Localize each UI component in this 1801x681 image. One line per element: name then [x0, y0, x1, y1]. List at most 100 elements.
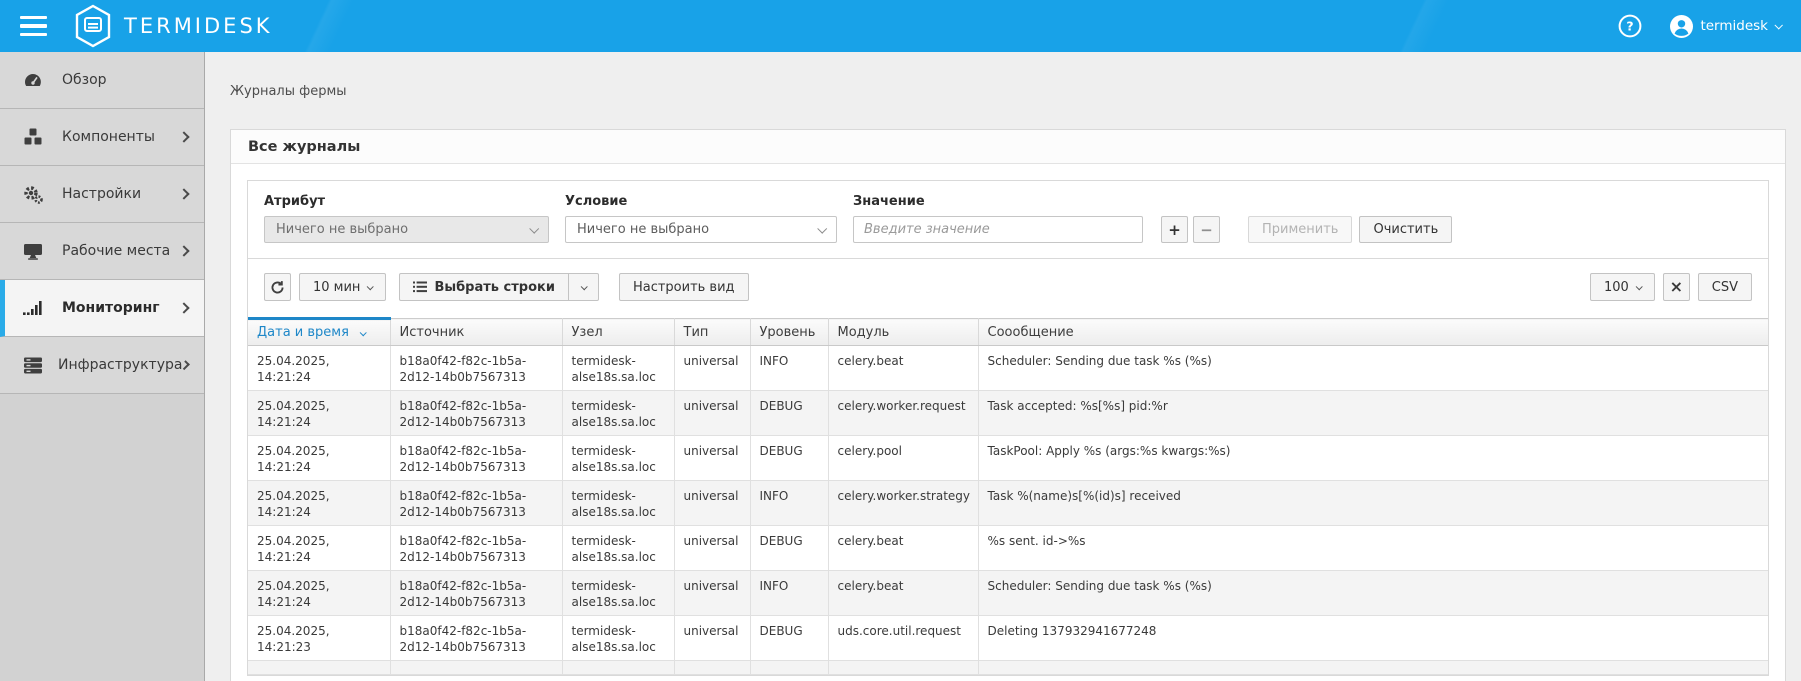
hamburger-icon[interactable]	[20, 16, 47, 37]
select-rows-caret-button[interactable]	[569, 273, 599, 301]
sidebar-item-infrastructure[interactable]: Инфраструктура	[0, 337, 204, 394]
cell-node: termidesk-alse18s.sa.loc	[562, 436, 674, 481]
cell-node: termidesk-alse18s.sa.loc	[562, 571, 674, 616]
column-header-datetime[interactable]: Дата и время	[248, 319, 390, 346]
dashboard-icon	[23, 72, 47, 88]
infrastructure-icon	[23, 357, 43, 374]
table-row: 25.04.2025, 14:21:24 b18a0f42-f82c-1b5a-…	[248, 571, 1768, 616]
cell-message: TaskPool: Apply %s (args:%s kwargs:%s)	[978, 436, 1768, 481]
brand-logo[interactable]: TERMIDESK	[73, 4, 273, 48]
value-label: Значение	[853, 194, 1143, 209]
interval-dropdown[interactable]: 10 мин	[299, 273, 386, 301]
remove-filter-button[interactable]: −	[1193, 216, 1220, 243]
sidebar-item-label: Мониторинг	[62, 300, 160, 316]
cell-node: termidesk-alse18s.sa.loc	[562, 616, 674, 661]
cell-module: celery.beat	[828, 346, 978, 391]
attribute-select[interactable]: Ничего не выбрано	[264, 216, 549, 243]
cell-level: INFO	[750, 481, 828, 526]
cell-source: b18a0f42-f82c-1b5a-2d12-14b0b7567313	[390, 346, 562, 391]
sidebar-item-label: Компоненты	[62, 129, 155, 145]
help-icon[interactable]: ?	[1618, 14, 1642, 38]
clear-page-size-button[interactable]: ×	[1663, 273, 1690, 301]
cell-source: b18a0f42-f82c-1b5a-2d12-14b0b7567313	[390, 481, 562, 526]
cell-source	[390, 661, 562, 675]
column-header-type[interactable]: Тип	[674, 319, 750, 346]
avatar-icon	[1670, 15, 1693, 38]
cell-module: celery.worker.request	[828, 391, 978, 436]
user-menu[interactable]: termidesk	[1670, 15, 1781, 38]
add-filter-button[interactable]: +	[1161, 216, 1188, 243]
cell-datetime: 25.04.2025, 14:21:24	[248, 436, 390, 481]
log-table-body: 25.04.2025, 14:21:24 b18a0f42-f82c-1b5a-…	[248, 346, 1768, 675]
brand-logo-icon	[73, 4, 113, 48]
chevron-down-icon	[367, 283, 374, 290]
sidebar-item-settings[interactable]: Настройки	[0, 166, 204, 223]
cell-source: b18a0f42-f82c-1b5a-2d12-14b0b7567313	[390, 526, 562, 571]
cell-source: b18a0f42-f82c-1b5a-2d12-14b0b7567313	[390, 571, 562, 616]
chevron-down-icon	[817, 224, 827, 234]
cell-datetime: 25.04.2025, 14:21:24	[248, 481, 390, 526]
refresh-button[interactable]	[264, 273, 291, 301]
cell-node: termidesk-alse18s.sa.loc	[562, 481, 674, 526]
cell-message: Scheduler: Sending due task %s (%s)	[978, 571, 1768, 616]
chevron-right-icon	[178, 302, 189, 313]
table-row: 25.04.2025, 14:21:24 b18a0f42-f82c-1b5a-…	[248, 436, 1768, 481]
cell-type: universal	[674, 481, 750, 526]
table-toolbar: 10 мин Выбрать строки	[248, 259, 1768, 317]
sidebar-item-label: Настройки	[62, 186, 141, 202]
condition-select[interactable]: Ничего не выбрано	[565, 216, 837, 243]
sidebar-item-workplaces[interactable]: Рабочие места	[0, 223, 204, 280]
cell-source: b18a0f42-f82c-1b5a-2d12-14b0b7567313	[390, 436, 562, 481]
column-header-source[interactable]: Источник	[390, 319, 562, 346]
cell-level: DEBUG	[750, 526, 828, 571]
cell-datetime: 25.04.2025, 14:21:24	[248, 391, 390, 436]
cell-datetime: 25.04.2025, 14:21:24	[248, 571, 390, 616]
value-input[interactable]	[853, 216, 1143, 243]
chevron-down-icon	[1635, 283, 1642, 290]
sidebar-item-monitoring[interactable]: Мониторинг	[0, 280, 204, 337]
cell-datetime: 25.04.2025, 14:21:24	[248, 346, 390, 391]
sidebar-item-overview[interactable]: Обзор	[0, 52, 204, 109]
card-title: Все журналы	[231, 130, 1785, 164]
cell-message: Scheduler: Sending due task %s (%s)	[978, 346, 1768, 391]
column-header-module[interactable]: Модуль	[828, 319, 978, 346]
close-icon: ×	[1670, 279, 1683, 295]
cell-module: celery.pool	[828, 436, 978, 481]
cell-message: Task accepted: %s[%s] pid:%r	[978, 391, 1768, 436]
cell-source: b18a0f42-f82c-1b5a-2d12-14b0b7567313	[390, 616, 562, 661]
logs-table: Дата и время Источник Узел Тип Уровень М…	[248, 317, 1768, 675]
sidebar-item-label: Инфраструктура	[58, 357, 182, 373]
select-rows-button[interactable]: Выбрать строки	[399, 273, 569, 301]
cell-module	[828, 661, 978, 675]
cell-datetime	[248, 661, 390, 675]
column-header-level[interactable]: Уровень	[750, 319, 828, 346]
cell-type: universal	[674, 391, 750, 436]
configure-view-button[interactable]: Настроить вид	[619, 273, 749, 301]
cell-type: universal	[674, 346, 750, 391]
sidebar-item-components[interactable]: Компоненты	[0, 109, 204, 166]
table-row: 25.04.2025, 14:21:24 b18a0f42-f82c-1b5a-…	[248, 526, 1768, 571]
sidebar: Обзор Компоненты Настройки	[0, 52, 205, 681]
list-icon	[413, 281, 427, 293]
cell-module: uds.core.util.request	[828, 616, 978, 661]
cell-module: celery.beat	[828, 526, 978, 571]
csv-button[interactable]: CSV	[1698, 273, 1752, 301]
page-size-dropdown[interactable]: 100	[1590, 273, 1655, 301]
cell-type: universal	[674, 526, 750, 571]
cell-node: termidesk-alse18s.sa.loc	[562, 526, 674, 571]
components-icon	[23, 128, 47, 146]
column-header-message[interactable]: Соообщение	[978, 319, 1768, 346]
apply-button[interactable]: Применить	[1248, 216, 1352, 243]
cell-node: termidesk-alse18s.sa.loc	[562, 346, 674, 391]
cell-level: INFO	[750, 346, 828, 391]
cell-level: INFO	[750, 571, 828, 616]
cell-level	[750, 661, 828, 675]
cell-type: universal	[674, 436, 750, 481]
filter-row: Атрибут Ничего не выбрано Условие Ничего…	[248, 181, 1768, 259]
clear-button[interactable]: Очистить	[1359, 216, 1452, 243]
cell-level: DEBUG	[750, 436, 828, 481]
table-row: 25.04.2025, 14:21:24 b18a0f42-f82c-1b5a-…	[248, 481, 1768, 526]
chevron-down-icon	[529, 224, 539, 234]
cell-module: celery.worker.strategy	[828, 481, 978, 526]
column-header-node[interactable]: Узел	[562, 319, 674, 346]
